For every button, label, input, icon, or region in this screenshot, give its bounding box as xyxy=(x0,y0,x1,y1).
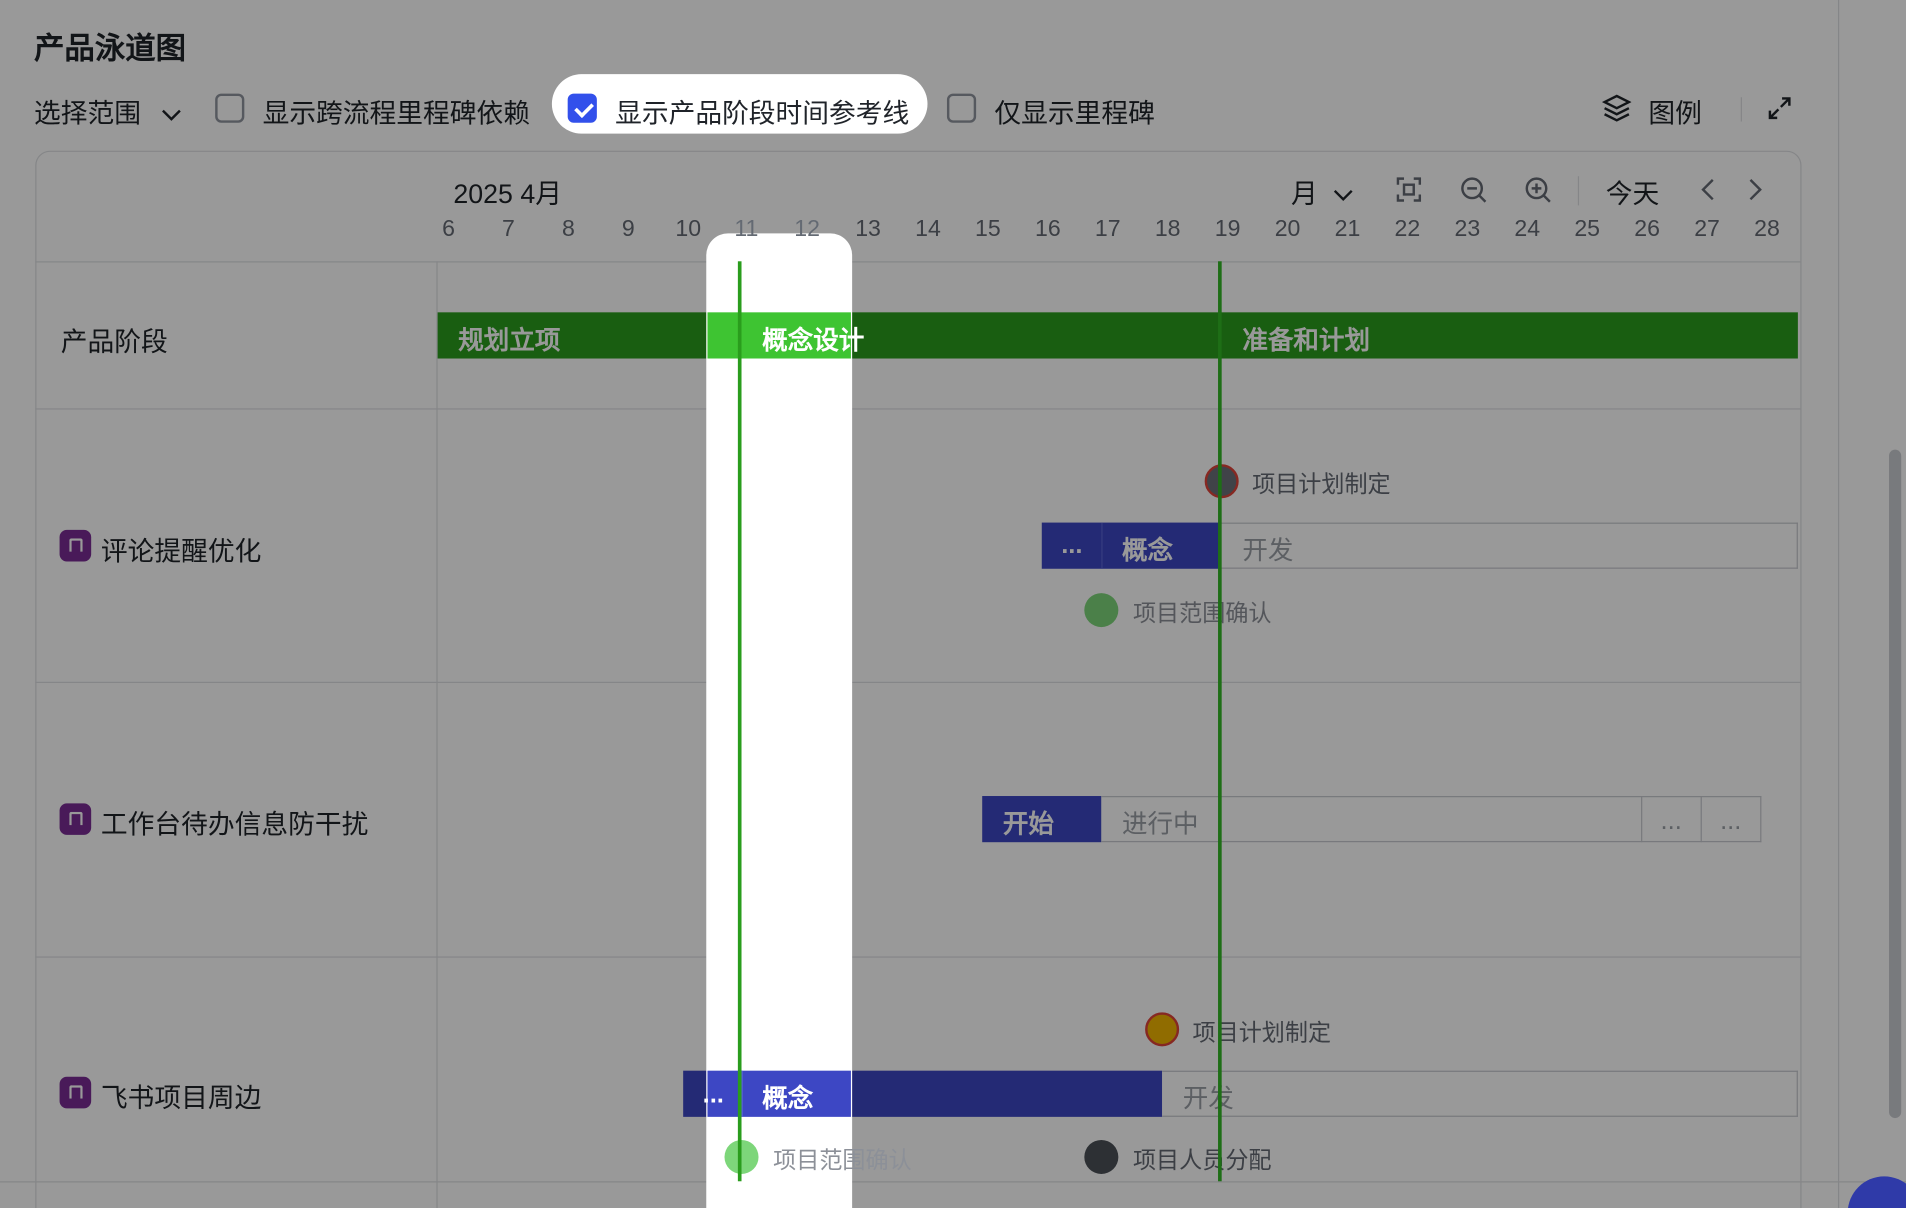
day-tick-highlight: 12 xyxy=(794,216,820,242)
day-tick: 15 xyxy=(975,216,1001,242)
zoom-in-icon[interactable] xyxy=(1524,176,1551,203)
day-tick-highlight: 11 xyxy=(734,216,759,242)
chevron-down-icon xyxy=(162,109,181,121)
scrollbar-thumb[interactable] xyxy=(1889,449,1902,1119)
bar-divider xyxy=(741,1070,743,1117)
milestone-label: 项目范围确认 xyxy=(1132,601,1272,628)
zoom-out-icon[interactable] xyxy=(1460,176,1487,203)
day-tick: 28 xyxy=(1754,216,1780,242)
fit-screen-icon[interactable] xyxy=(1396,176,1423,203)
milestone-label: 项目计划制定 xyxy=(1192,1020,1332,1047)
stage-bar-develop[interactable] xyxy=(1219,522,1798,569)
day-tick: 23 xyxy=(1454,216,1481,242)
phase-bar[interactable] xyxy=(437,312,1798,359)
bar-label: 概念 xyxy=(762,1085,814,1114)
bar-label: 进行中 xyxy=(1121,810,1199,839)
row-label-feishu[interactable]: 飞书项目周边 xyxy=(101,1077,261,1116)
bar-divider xyxy=(1101,522,1103,569)
legend-button[interactable]: 图例 xyxy=(1648,92,1702,131)
phase-row-label: 产品阶段 xyxy=(60,326,168,358)
milestone-label: 项目范围确认 xyxy=(773,1148,912,1174)
day-tick: 18 xyxy=(1154,216,1181,242)
row-divider xyxy=(35,681,1802,683)
day-tick: 25 xyxy=(1574,216,1601,242)
day-tick: 16 xyxy=(1034,216,1061,242)
bookmark-icon xyxy=(59,529,92,562)
day-tick: 9 xyxy=(621,216,635,242)
month-label: 2025 4月 xyxy=(453,178,562,210)
bar-divider xyxy=(1641,796,1643,843)
gantt-frame xyxy=(35,150,1802,1208)
bar-label: 开发 xyxy=(1242,537,1294,566)
milestone-flag-icon[interactable] xyxy=(1084,593,1119,628)
day-tick: 8 xyxy=(561,216,575,242)
day-tick: 19 xyxy=(1214,216,1241,242)
row-divider xyxy=(35,956,1802,958)
day-tick: 21 xyxy=(1334,216,1361,242)
view-mode-select[interactable]: 月 xyxy=(1291,173,1354,212)
day-tick: 13 xyxy=(855,216,881,242)
scope-label: 选择范围 xyxy=(34,98,142,129)
phase-ref-checkbox[interactable] xyxy=(567,93,597,123)
prev-icon[interactable] xyxy=(1698,177,1717,201)
scope-selector[interactable]: 选择范围 xyxy=(34,92,182,131)
bar-ellipsis: ... xyxy=(1061,531,1083,560)
day-tick: 27 xyxy=(1694,216,1720,242)
today-button[interactable]: 今天 xyxy=(1606,173,1660,212)
day-tick: 24 xyxy=(1514,216,1541,242)
stage-bar-develop[interactable] xyxy=(1162,1070,1798,1117)
milestone-label: 项目人员分配 xyxy=(1132,1148,1272,1174)
row-divider xyxy=(35,408,1802,410)
bar-ellipsis: ... xyxy=(702,1080,724,1109)
milestone-label: 项目计划制定 xyxy=(1252,472,1391,499)
only-milestone-checkbox[interactable] xyxy=(946,93,977,123)
bar-divider xyxy=(1700,796,1702,843)
bar-label: 开发 xyxy=(1182,1085,1234,1114)
phase-segment-prepare: 准备和计划 xyxy=(1242,326,1370,355)
day-tick: 20 xyxy=(1274,216,1301,242)
day-tick: 6 xyxy=(442,216,455,242)
row-label-workbench[interactable]: 工作台待办信息防干扰 xyxy=(101,803,368,842)
day-tick: 7 xyxy=(502,216,515,242)
phase-ref-label: 显示产品阶段时间参考线 xyxy=(615,98,910,129)
toolbar-divider xyxy=(1740,97,1742,122)
bar-label: 概念 xyxy=(1121,537,1174,566)
phase-segment-planning: 规划立项 xyxy=(458,326,561,355)
expand-icon[interactable] xyxy=(1766,95,1793,122)
toolbar-divider xyxy=(1577,176,1580,206)
day-tick: 22 xyxy=(1394,216,1421,242)
header-divider xyxy=(35,261,1802,263)
next-icon[interactable] xyxy=(1746,177,1765,201)
milestone-flag-icon[interactable] xyxy=(1145,1012,1180,1047)
phase-reference-line xyxy=(1218,261,1222,1182)
panel-divider xyxy=(1837,0,1840,1208)
cross-flow-checkbox[interactable] xyxy=(215,93,245,123)
layers-icon[interactable] xyxy=(1601,92,1632,124)
milestone-flag-icon[interactable] xyxy=(1084,1139,1119,1174)
day-tick: 14 xyxy=(915,216,941,242)
page-title: 产品泳道图 xyxy=(34,31,187,66)
page: 产品泳道图 选择范围 显示跨流程里程碑依赖 仅显示里程碑 图例 2025 4月 … xyxy=(0,0,1906,1208)
bar-ellipsis[interactable]: ... xyxy=(1661,807,1682,836)
chevron-down-icon xyxy=(1334,189,1353,202)
bottom-divider xyxy=(0,1181,1906,1183)
day-tick: 26 xyxy=(1634,216,1660,242)
label-column-divider xyxy=(436,261,438,1208)
phase-segment-concept: 概念设计 xyxy=(762,326,865,355)
column-spotlight xyxy=(706,233,853,1208)
bookmark-icon xyxy=(59,803,92,835)
bar-label: 开始 xyxy=(1002,810,1054,839)
bookmark-icon xyxy=(59,1076,92,1109)
bar-ellipsis[interactable]: ... xyxy=(1720,807,1741,836)
row-label-comment[interactable]: 评论提醒优化 xyxy=(101,530,261,569)
day-tick: 17 xyxy=(1094,216,1121,242)
day-tick: 10 xyxy=(675,216,702,242)
view-mode-label: 月 xyxy=(1290,178,1318,210)
only-milestone-label: 仅显示里程碑 xyxy=(994,98,1155,129)
cross-flow-label: 显示跨流程里程碑依赖 xyxy=(262,98,531,129)
phase-reference-line xyxy=(737,261,742,1182)
